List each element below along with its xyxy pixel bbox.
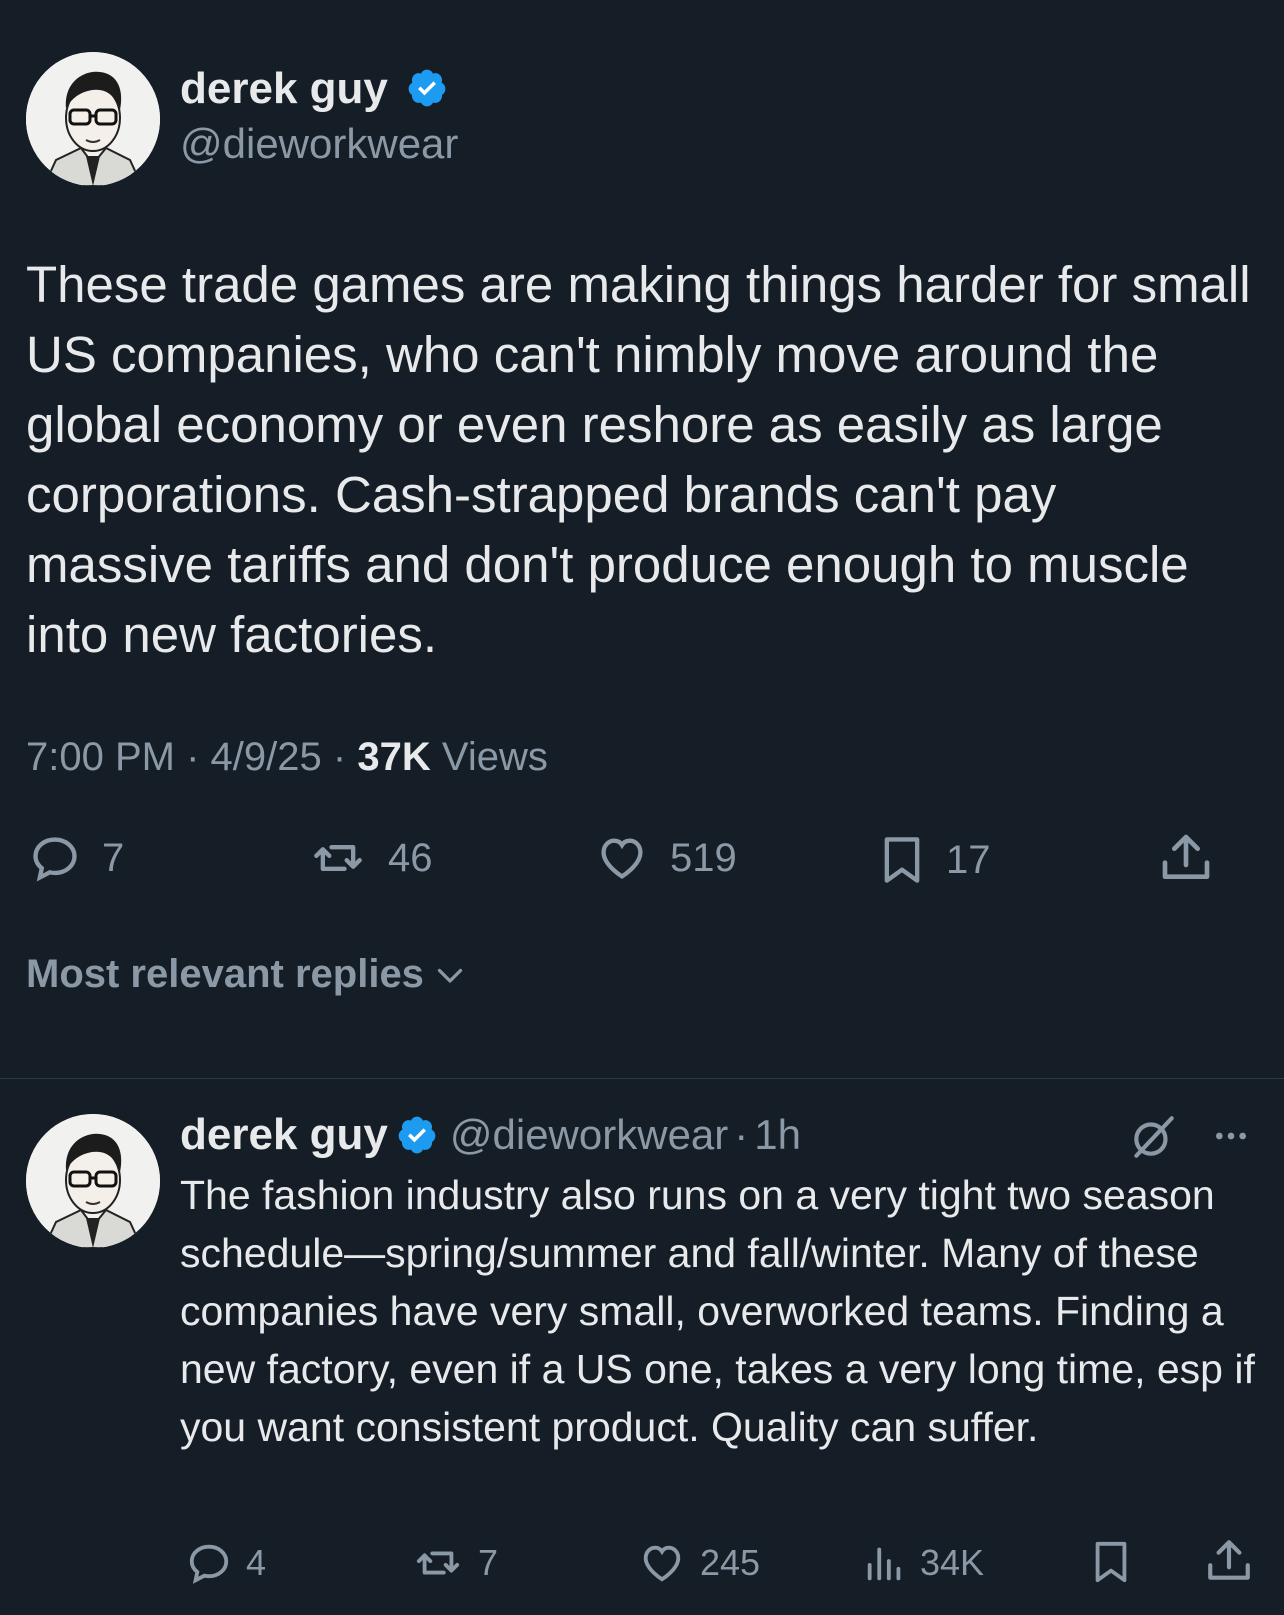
repost-arrows-icon [416, 1551, 460, 1575]
reply-age[interactable]: 1h [754, 1111, 801, 1159]
bookmark-count: 17 [946, 837, 991, 882]
like-button[interactable]: 519 [592, 832, 737, 884]
meta-separator: · [734, 1111, 749, 1158]
reply-repost-count: 7 [478, 1542, 499, 1583]
like-count: 519 [670, 835, 737, 880]
tweet-text: These trade games are making things hard… [26, 256, 1265, 663]
reply-bookmark-button[interactable] [1088, 1536, 1134, 1588]
more-dots-icon [1216, 1132, 1246, 1140]
more-options-button[interactable] [1206, 1116, 1256, 1161]
bookmark-icon [1095, 1541, 1127, 1583]
grok-icon [1134, 1116, 1174, 1158]
sort-label: Most relevant replies [26, 952, 424, 996]
speech-bubble-icon [33, 837, 77, 882]
author-name[interactable]: derek guy [180, 64, 388, 113]
sort-replies-dropdown[interactable]: Most relevant replies [26, 952, 468, 997]
reply-views-button[interactable]: 34K [862, 1540, 984, 1586]
repost-count: 46 [388, 835, 433, 880]
heart-icon [601, 838, 643, 879]
section-divider [0, 1078, 1284, 1079]
avatar-illustration [26, 1114, 160, 1248]
share-upload-icon [1162, 834, 1210, 879]
author-avatar[interactable] [26, 52, 160, 186]
meta-separator: · [186, 735, 200, 779]
bookmark-icon [884, 837, 920, 883]
reply-reply-button[interactable]: 4 [184, 1540, 266, 1586]
grok-button[interactable] [1128, 1112, 1178, 1167]
bookmark-button[interactable]: 17 [876, 832, 991, 888]
speech-bubble-icon [189, 1544, 229, 1584]
author-name-row[interactable]: derek guy [180, 64, 448, 114]
reply-views-count: 34K [920, 1542, 985, 1583]
heart-icon [643, 1545, 681, 1582]
verified-badge-icon [408, 70, 446, 107]
bar-chart-icon [867, 1547, 901, 1581]
author-handle[interactable]: @dieworkwear [180, 120, 458, 168]
tweet-meta: 7:00 PM · 4/9/25 · 37K Views [26, 735, 548, 780]
reply-count: 7 [102, 835, 125, 880]
reply-button[interactable]: 7 [26, 832, 124, 884]
reply-text: The fashion industry also runs on a very… [180, 1172, 1267, 1450]
share-upload-icon [1208, 1540, 1250, 1580]
tweet-time[interactable]: 7:00 PM [26, 735, 175, 779]
views-count[interactable]: 37K [357, 735, 430, 779]
chevron-down-icon [437, 968, 463, 983]
share-button[interactable] [1158, 830, 1214, 886]
views-label[interactable]: Views [442, 735, 548, 779]
avatar-illustration [26, 52, 160, 186]
reply-like-count: 245 [700, 1542, 761, 1583]
reply-header: derek guy @dieworkwear · 1h [180, 1110, 801, 1160]
repost-button[interactable]: 46 [306, 832, 433, 884]
repost-arrows-icon [314, 845, 362, 871]
meta-separator: · [332, 735, 347, 779]
reply-author-avatar[interactable] [26, 1114, 160, 1248]
verified-badge-icon [398, 1116, 436, 1154]
reply-reply-count: 4 [246, 1542, 267, 1583]
tweet-date[interactable]: 4/9/25 [211, 735, 322, 779]
reply-repost-button[interactable]: 7 [410, 1540, 498, 1586]
reply-author-name[interactable]: derek guy [180, 1110, 388, 1160]
reply-share-button[interactable] [1204, 1536, 1254, 1586]
reply-author-handle[interactable]: @dieworkwear [450, 1111, 728, 1159]
reply-like-button[interactable]: 245 [636, 1540, 760, 1586]
